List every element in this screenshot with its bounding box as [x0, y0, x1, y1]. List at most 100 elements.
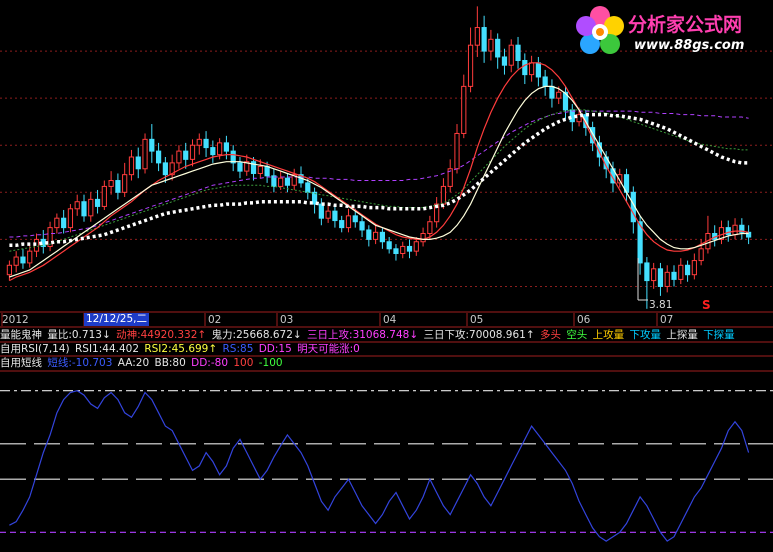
site-logo: 分析家公式网 www.88gs.com — [572, 4, 772, 60]
shortline-indicator-name: 自用短线 — [0, 357, 42, 369]
candle-body — [223, 142, 230, 152]
candle-body — [325, 210, 331, 219]
candle-body — [549, 85, 555, 99]
logo-url: www.88gs.com — [634, 38, 745, 53]
candle-body — [305, 182, 311, 193]
level-minus-100-label: -100 — [258, 357, 283, 369]
candle-body — [393, 248, 399, 255]
candle-body — [264, 165, 270, 177]
tomorrow-rise-value: 明天可能涨:0 — [297, 343, 360, 355]
candle-body — [508, 44, 514, 66]
candle-body — [691, 260, 697, 276]
candle-body — [67, 208, 74, 229]
three-day-down-value: 三日下攻:70008.961↑ — [423, 329, 535, 341]
three-day-up-value: 三日上攻:31068.748↓ — [307, 329, 419, 341]
candle-body — [54, 217, 60, 229]
aa-value: AA:20 — [117, 357, 150, 369]
candle-body — [217, 142, 223, 156]
logo-title: 分析家公式网 — [628, 14, 743, 36]
candle-body — [556, 91, 562, 99]
candle-body — [474, 27, 480, 46]
candle-body — [671, 271, 677, 280]
candle-body — [196, 138, 202, 146]
level-100-label: 100 — [233, 357, 254, 369]
up-attack-label: 上攻量 — [592, 329, 625, 341]
oscillator-reference-lines — [0, 390, 773, 533]
candle-body — [352, 215, 358, 223]
rs-value: RS:85 — [222, 343, 254, 355]
candle-body — [373, 231, 379, 240]
candle-body — [481, 27, 487, 52]
candle-body — [81, 201, 87, 217]
candle-body — [359, 221, 365, 231]
candle-body — [257, 165, 263, 174]
candle-body — [74, 201, 80, 210]
candle-body — [427, 221, 433, 235]
candle-body — [61, 217, 67, 229]
down-attack-label: 下攻量 — [629, 329, 662, 341]
candle-body — [495, 38, 501, 58]
volume-indicator-name: 量能鬼神 — [0, 329, 42, 341]
candle-body — [203, 138, 209, 149]
candle-body — [522, 59, 528, 76]
candle-body — [420, 233, 426, 243]
candle-body — [88, 198, 94, 217]
flower-logo-icon — [576, 6, 624, 54]
candle-body — [155, 150, 162, 164]
candle-body — [345, 215, 352, 229]
ma-purple-line — [9, 110, 749, 238]
candle-body — [366, 229, 372, 240]
volume-ratio: 量比:0.713↓ — [47, 329, 111, 341]
down-probe-label: 下探量 — [703, 329, 735, 341]
candle-body — [379, 231, 385, 243]
info-row-rsi: 自用RSI(7,14) RSI1:44.402 RSI2:45.699↑ RS:… — [0, 343, 362, 356]
long-label: 多头 — [539, 329, 561, 341]
month-label-06: 06 — [577, 314, 591, 326]
candle-body — [237, 162, 243, 172]
candle-body — [400, 245, 406, 255]
dd-short-value: DD:-80 — [191, 357, 228, 369]
candle-body — [176, 150, 182, 164]
candle-body — [467, 44, 474, 87]
candle-body — [406, 245, 413, 252]
candle-body — [210, 147, 216, 156]
candle-body — [142, 138, 148, 170]
cursor-date-label: 12/12/25,二 — [84, 313, 149, 326]
bb-value: BB:80 — [154, 357, 186, 369]
candle-body — [189, 144, 196, 160]
candle-body — [27, 250, 33, 264]
candle-body — [440, 185, 447, 205]
candle-body — [386, 241, 392, 250]
candle-body — [13, 256, 19, 266]
month-label-02: 02 — [208, 314, 222, 326]
candle-body — [135, 156, 141, 170]
rsi2-value: RSI2:45.699↑ — [144, 343, 218, 355]
dongshen-value: 动神:44920.332↑ — [116, 329, 207, 341]
candle-body — [651, 268, 657, 282]
candle-body — [284, 177, 291, 186]
candle-body — [535, 62, 541, 78]
candle-body — [20, 256, 26, 264]
dd-value: DD:15 — [258, 343, 292, 355]
candle-body — [128, 156, 135, 176]
rsi-indicator-name: 自用RSI(7,14) — [0, 343, 70, 355]
up-probe-label: 上探量 — [666, 329, 698, 341]
candle-body — [528, 62, 535, 76]
month-label-07: 07 — [660, 314, 674, 326]
candle-body — [684, 264, 691, 276]
short-label: 空头 — [566, 329, 588, 341]
candle-body — [183, 150, 189, 160]
candle-body — [101, 185, 107, 207]
candle-body — [678, 264, 684, 280]
year-label: 2012 — [2, 314, 29, 326]
candle-body — [339, 220, 345, 229]
candle-body — [664, 271, 670, 287]
candle-body — [698, 248, 704, 262]
candle-body — [115, 180, 121, 193]
candle-body — [318, 203, 324, 219]
candle-body — [94, 198, 101, 207]
candle-body — [569, 109, 575, 123]
candle-body — [332, 210, 338, 222]
candle-body — [413, 241, 419, 252]
candle-body — [732, 224, 738, 236]
